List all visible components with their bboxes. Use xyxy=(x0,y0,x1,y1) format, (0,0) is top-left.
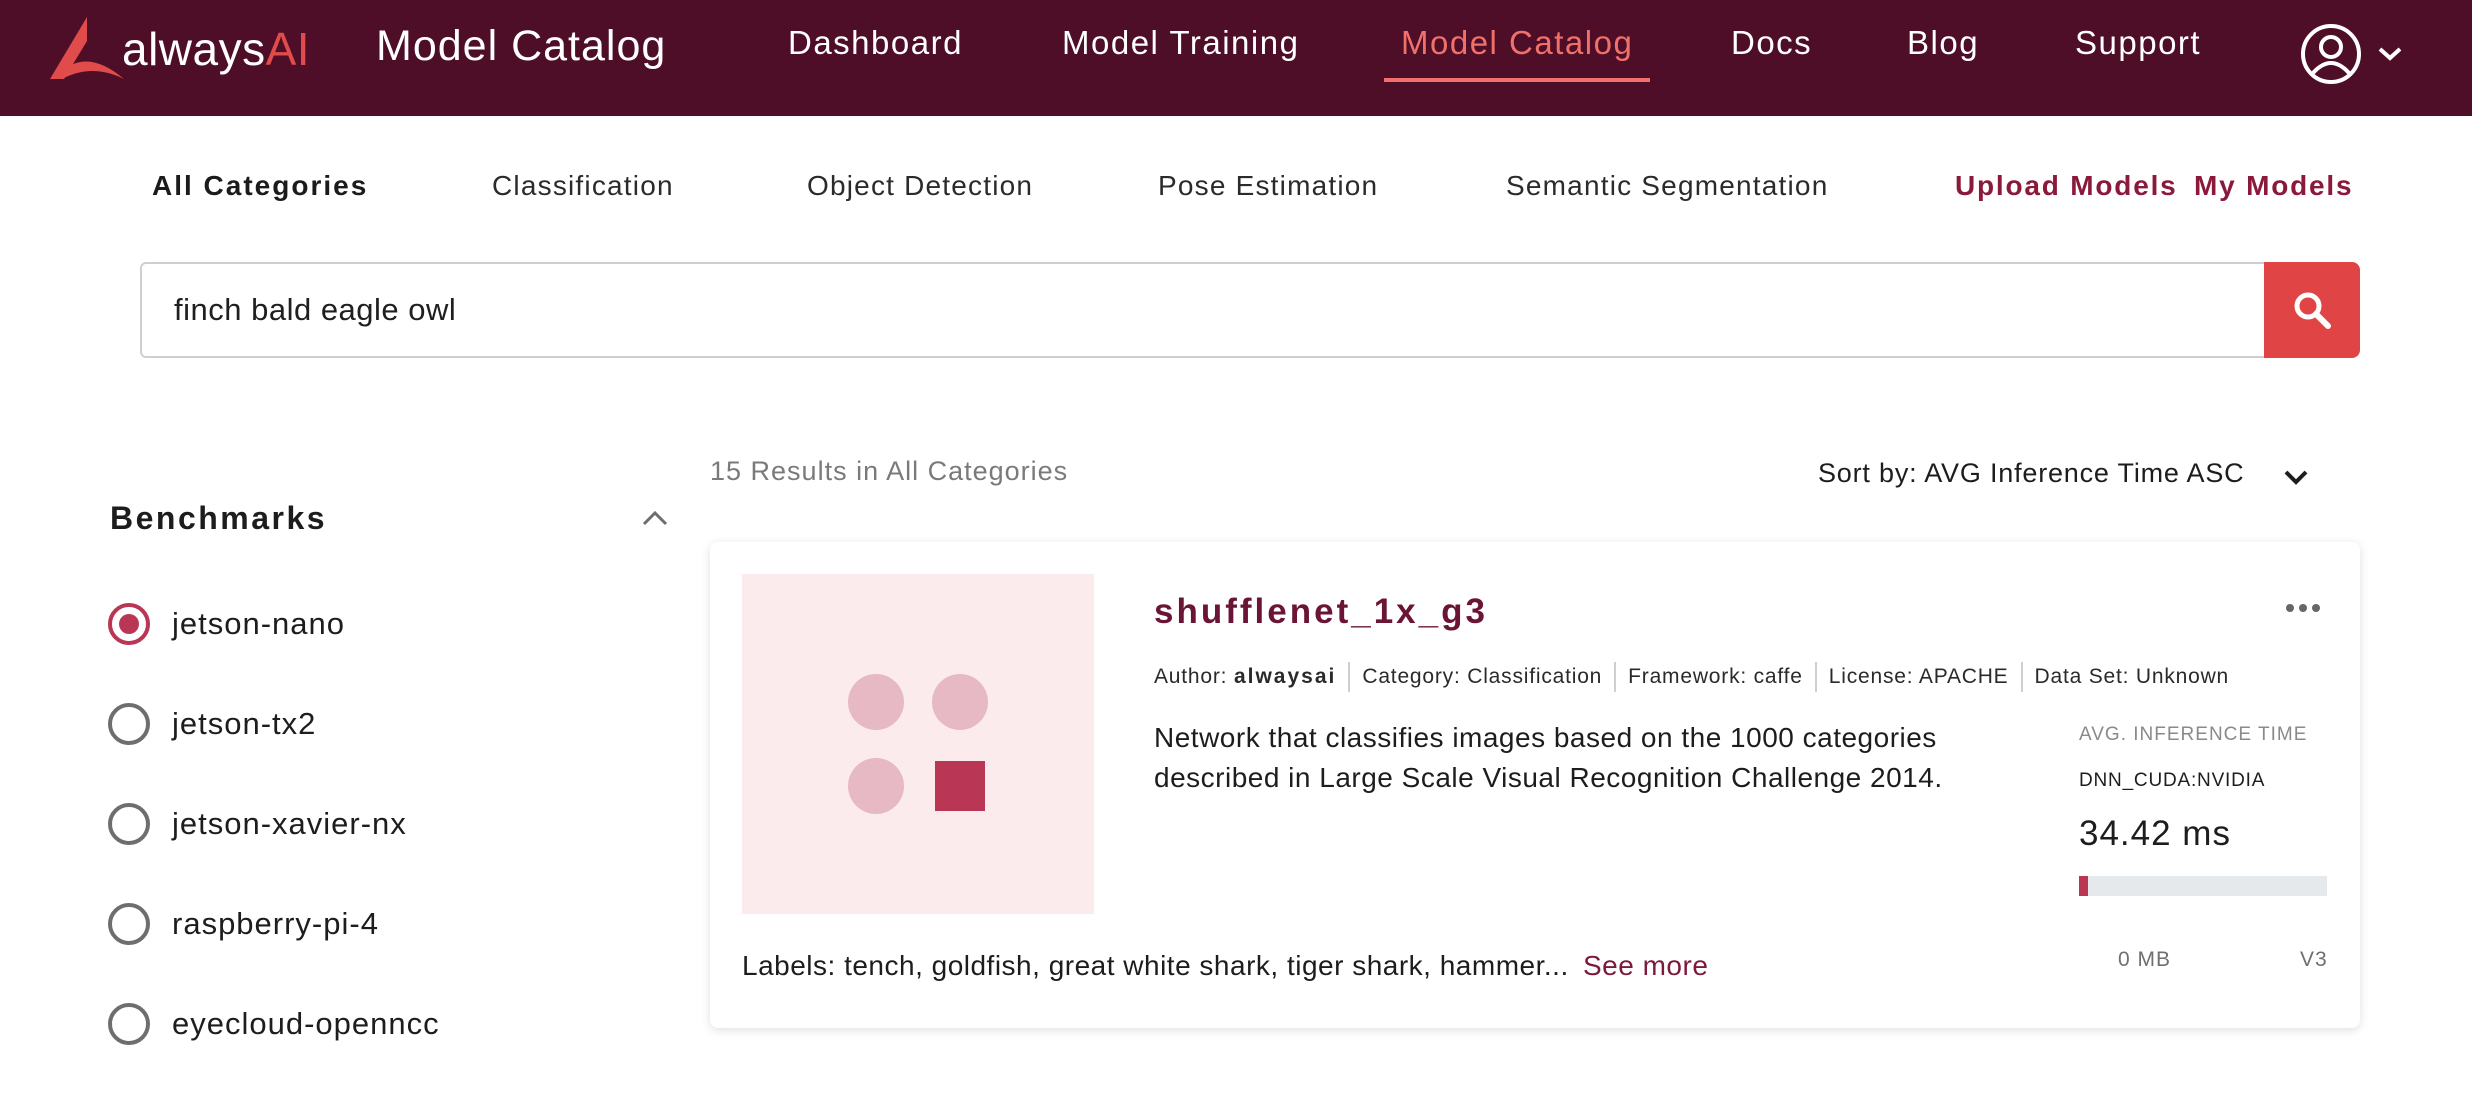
search-button[interactable] xyxy=(2264,262,2360,358)
inference-time-value: 34.42 ms xyxy=(2079,814,2231,853)
radio-unselected[interactable] xyxy=(108,803,150,845)
inference-time-bar-fill xyxy=(2079,876,2088,896)
dataset-meta: Data Set: Unknown xyxy=(2034,665,2230,688)
category-semantic-segmentation[interactable]: Semantic Segmentation xyxy=(1506,170,1828,202)
model-description: Network that classifies images based on … xyxy=(1154,722,1943,793)
model-metadata: Author: alwaysai Category: Classificatio… xyxy=(1154,660,2229,694)
model-labels: Labels: tench, goldfish, great white sha… xyxy=(742,950,1569,981)
divider xyxy=(2020,662,2023,692)
collapse-benchmarks-chevron-up-icon[interactable] xyxy=(640,506,670,530)
benchmark-option-eyecloud-openncc[interactable]: eyecloud-openncc xyxy=(108,1000,440,1048)
account-menu[interactable] xyxy=(2300,24,2410,84)
upload-models-link[interactable]: Upload Models xyxy=(1955,170,2178,202)
search-icon xyxy=(2294,292,2331,329)
nav-dashboard[interactable]: Dashboard xyxy=(788,24,963,62)
more-options-icon[interactable] xyxy=(2286,604,2320,612)
classification-category-icon xyxy=(848,674,988,814)
results-count: 15 Results in All Categories xyxy=(710,456,1069,486)
divider xyxy=(1814,662,1817,692)
model-name-link[interactable]: shufflenet_1x_g3 xyxy=(1154,592,1488,632)
benchmark-option-jetson-nano[interactable]: jetson-nano xyxy=(108,600,345,648)
benchmark-option-raspberry-pi-4[interactable]: raspberry-pi-4 xyxy=(108,900,379,948)
nav-docs[interactable]: Docs xyxy=(1731,24,1812,62)
user-avatar-icon xyxy=(2301,24,2361,84)
radio-unselected[interactable] xyxy=(108,703,150,745)
author-value: alwaysai xyxy=(1233,665,1337,688)
model-size: 0 MB xyxy=(2118,948,2172,971)
nav-model-catalog[interactable]: Model Catalog xyxy=(1401,24,1633,62)
logo-text: alwaysAI xyxy=(122,23,311,75)
inference-time-label: AVG. INFERENCE TIME xyxy=(2079,724,2308,745)
inference-engine: DNN_CUDA:NVIDIA xyxy=(2079,770,2266,791)
logo-mark-icon xyxy=(50,17,124,79)
search-input[interactable] xyxy=(140,262,2266,358)
top-nav-bar: alwaysAI Model Catalog Dashboard Model T… xyxy=(0,0,2472,116)
nav-support[interactable]: Support xyxy=(2075,24,2201,62)
benchmarks-heading: Benchmarks xyxy=(110,500,328,536)
category-all[interactable]: All Categories xyxy=(152,170,368,202)
sort-chevron-down-icon[interactable] xyxy=(2282,466,2310,488)
sort-dropdown[interactable]: Sort by: AVG Inference Time ASC xyxy=(1818,458,2244,489)
see-more-link[interactable]: See more xyxy=(1583,950,1708,982)
inference-time-bar xyxy=(2079,876,2327,896)
active-nav-underline xyxy=(1384,78,1650,82)
nav-model-training[interactable]: Model Training xyxy=(1062,24,1299,62)
benchmark-label: jetson-nano xyxy=(172,606,346,641)
radio-selected[interactable] xyxy=(108,603,150,645)
benchmark-label: jetson-tx2 xyxy=(172,706,317,741)
benchmark-label: raspberry-pi-4 xyxy=(172,906,379,941)
divider xyxy=(1614,662,1617,692)
benchmark-option-jetson-tx2[interactable]: jetson-tx2 xyxy=(108,700,316,748)
model-card[interactable]: shufflenet_1x_g3 Author: alwaysai Catego… xyxy=(710,542,2360,1028)
category-classification[interactable]: Classification xyxy=(492,170,674,202)
app-title: Model Catalog xyxy=(376,22,667,70)
category-pose-estimation[interactable]: Pose Estimation xyxy=(1158,170,1378,202)
benchmark-option-jetson-xavier-nx[interactable]: jetson-xavier-nx xyxy=(108,800,407,848)
author-label: Author: xyxy=(1154,665,1228,688)
chevron-down-icon xyxy=(2378,47,2402,61)
category-object-detection[interactable]: Object Detection xyxy=(807,170,1033,202)
radio-unselected[interactable] xyxy=(108,1003,150,1045)
alwaysai-logo[interactable]: alwaysAI xyxy=(48,14,310,84)
license-meta: License: APACHE xyxy=(1828,665,2009,688)
nav-blog[interactable]: Blog xyxy=(1907,24,1979,62)
benchmark-label: jetson-xavier-nx xyxy=(172,806,407,841)
model-version: V3 xyxy=(2300,948,2328,971)
divider xyxy=(1348,662,1351,692)
category-meta: Category: Classification xyxy=(1362,665,1603,688)
framework-meta: Framework: caffe xyxy=(1628,665,1803,688)
my-models-link[interactable]: My Models xyxy=(2194,170,2353,202)
radio-unselected[interactable] xyxy=(108,903,150,945)
model-thumbnail xyxy=(742,574,1094,914)
benchmark-label: eyecloud-openncc xyxy=(172,1006,440,1041)
